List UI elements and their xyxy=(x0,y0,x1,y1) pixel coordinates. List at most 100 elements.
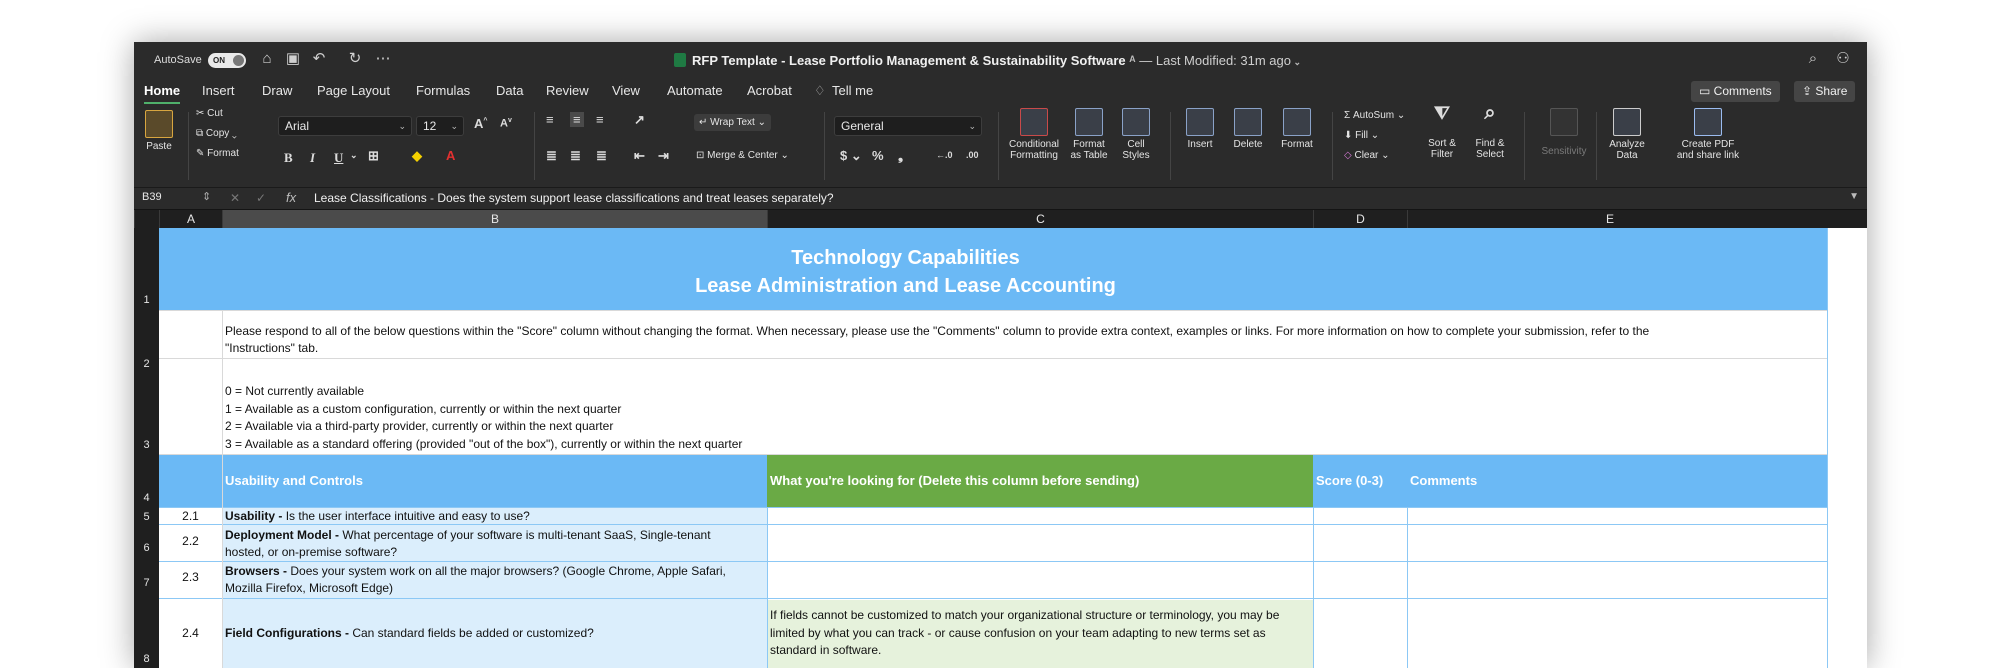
question-cell[interactable]: Field Configurations - Can standard fiel… xyxy=(225,626,765,641)
comments-button[interactable]: ▭ Comments xyxy=(1691,81,1780,102)
font-size-select[interactable]: 12 ⌄ xyxy=(416,116,464,136)
more-icon[interactable]: ⋯ xyxy=(374,50,392,68)
item-number[interactable]: 2.1 xyxy=(159,509,222,523)
tab-review[interactable]: Review xyxy=(546,83,589,98)
column-header-e[interactable]: E xyxy=(1407,210,1812,228)
comments-header-cell[interactable]: Comments xyxy=(1407,455,1827,507)
align-left-icon[interactable]: ≣ xyxy=(546,148,557,164)
align-bottom-icon[interactable]: ≡ xyxy=(596,112,604,127)
home-icon[interactable]: ⌂ xyxy=(258,50,276,68)
font-name-select[interactable]: Arial ⌄ xyxy=(278,116,412,136)
chevron-down-icon[interactable]: ⌄ xyxy=(350,150,358,161)
score-header-cell[interactable]: Score (0-3) xyxy=(1313,455,1407,507)
select-all-corner[interactable] xyxy=(134,210,159,228)
row-header-7[interactable]: 7 xyxy=(134,577,159,589)
align-center-icon[interactable]: ≣ xyxy=(570,148,581,164)
tab-home[interactable]: Home xyxy=(144,83,181,104)
tab-page-layout[interactable]: Page Layout xyxy=(317,83,390,98)
autosave-toggle[interactable]: ON xyxy=(208,53,246,68)
analyze-data-button[interactable]: Analyze Data xyxy=(1604,108,1650,161)
delete-cells-button[interactable]: Delete xyxy=(1228,108,1268,150)
guidance-cell[interactable]: If fields cannot be customized to match … xyxy=(770,607,1310,660)
item-number[interactable]: 2.2 xyxy=(159,534,222,548)
tab-formulas[interactable]: Formulas xyxy=(416,83,470,98)
create-pdf-button[interactable]: Create PDF and share link xyxy=(1668,108,1748,161)
item-number[interactable]: 2.3 xyxy=(159,570,222,584)
scoring-scale-cell[interactable]: 0 = Not currently available 1 = Availabl… xyxy=(225,383,1025,453)
borders-icon[interactable]: ⊞ xyxy=(368,148,379,164)
tab-data[interactable]: Data xyxy=(496,83,523,98)
confirm-icon[interactable]: ✓ xyxy=(256,191,266,205)
row-header-6[interactable]: 6 xyxy=(134,542,159,554)
insert-cells-button[interactable]: Insert xyxy=(1180,108,1220,150)
wrap-text-button[interactable]: ↵ Wrap Text ⌄ xyxy=(694,114,771,131)
format-painter-button[interactable]: ✎ Format xyxy=(196,148,239,159)
sort-filter-button[interactable]: ⧨ Sort & Filter xyxy=(1422,104,1462,160)
increase-decimal-icon[interactable]: ←.0 xyxy=(936,150,953,160)
tab-automate[interactable]: Automate xyxy=(667,83,723,98)
align-right-icon[interactable]: ≣ xyxy=(596,148,607,164)
bold-icon[interactable]: B xyxy=(284,150,293,166)
undo-icon[interactable]: ↶ xyxy=(310,50,328,68)
header-cell-a[interactable] xyxy=(159,455,222,507)
cell-styles-button[interactable]: Cell Styles xyxy=(1116,108,1156,161)
underline-icon[interactable]: U xyxy=(334,150,343,166)
decrease-decimal-icon[interactable]: .00 xyxy=(966,150,979,160)
italic-icon[interactable]: I xyxy=(310,150,315,166)
section-header-cell[interactable]: Usability and Controls xyxy=(222,455,767,507)
cut-button[interactable]: ✂ Cut xyxy=(196,108,223,119)
row-header-5[interactable]: 5 xyxy=(134,511,159,523)
comma-style-icon[interactable]: ❟ xyxy=(898,148,903,164)
font-color-icon[interactable]: A xyxy=(446,148,455,163)
column-header-d[interactable]: D xyxy=(1313,210,1407,228)
item-number[interactable]: 2.4 xyxy=(159,626,222,640)
looking-for-header-cell[interactable]: What you're looking for (Delete this col… xyxy=(767,455,1313,507)
name-box-stepper-icon[interactable]: ⇕ xyxy=(202,190,211,203)
align-top-icon[interactable]: ≡ xyxy=(546,112,554,127)
question-cell[interactable]: Usability - Is the user interface intuit… xyxy=(225,509,765,524)
increase-font-icon[interactable]: A^ xyxy=(474,116,487,131)
tab-draw[interactable]: Draw xyxy=(262,83,292,98)
row-header-1[interactable]: 1 xyxy=(134,294,159,306)
tell-me[interactable]: Tell me xyxy=(832,83,873,98)
last-modified[interactable]: — Last Modified: 31m ago xyxy=(1139,53,1291,68)
question-cell[interactable]: Browsers - Does your system work on all … xyxy=(225,563,765,597)
fill-color-icon[interactable]: ◆ xyxy=(412,148,422,164)
number-format-select[interactable]: General ⌄ xyxy=(834,116,982,136)
column-header-a[interactable]: A xyxy=(159,210,222,228)
tab-acrobat[interactable]: Acrobat xyxy=(747,83,792,98)
copy-button[interactable]: ⧉ Copy ⌄ xyxy=(196,128,237,139)
currency-icon[interactable]: $ ⌄ xyxy=(840,148,862,164)
expand-formula-icon[interactable]: ▼ xyxy=(1849,191,1859,202)
save-icon[interactable]: ▣ xyxy=(284,50,302,68)
tab-insert[interactable]: Insert xyxy=(202,83,235,98)
format-as-table-button[interactable]: Format as Table xyxy=(1066,108,1112,161)
clear-button[interactable]: ◇ Clear ⌄ xyxy=(1344,150,1390,161)
row-header-4[interactable]: 4 xyxy=(134,492,159,504)
decrease-indent-icon[interactable]: ⇤ xyxy=(634,148,645,164)
share-button[interactable]: ⇪ Share xyxy=(1794,81,1856,102)
orientation-icon[interactable]: ↗ xyxy=(634,112,645,128)
collaboration-icon[interactable]: ⚇ xyxy=(1834,50,1852,68)
cancel-icon[interactable]: ✕ xyxy=(230,191,240,205)
tab-view[interactable]: View xyxy=(612,83,640,98)
align-middle-icon[interactable]: ≡ xyxy=(570,112,584,127)
merge-center-button[interactable]: ⊡ Merge & Center ⌄ xyxy=(696,150,789,161)
name-box[interactable]: B39 xyxy=(142,191,162,203)
paste-button[interactable]: Paste xyxy=(142,110,176,152)
insert-function-icon[interactable]: fx xyxy=(286,190,296,205)
search-icon[interactable]: ⌕ xyxy=(1804,50,1822,68)
increase-indent-icon[interactable]: ⇥ xyxy=(658,148,669,164)
instructions-cell[interactable]: Please respond to all of the below quest… xyxy=(225,323,1805,357)
find-select-button[interactable]: ⌕ Find & Select xyxy=(1470,103,1510,160)
formula-input[interactable]: Lease Classifications - Does the system … xyxy=(314,191,834,205)
percent-icon[interactable]: % xyxy=(872,148,884,163)
autosum-button[interactable]: Σ AutoSum ⌄ xyxy=(1344,110,1405,121)
row-header-2[interactable]: 2 xyxy=(134,358,159,370)
sensitivity-button[interactable]: Sensitivity xyxy=(1536,108,1592,157)
question-cell[interactable]: Deployment Model - What percentage of yo… xyxy=(225,527,745,561)
row-header-8[interactable]: 8 xyxy=(134,653,159,665)
format-cells-button[interactable]: Format xyxy=(1276,108,1318,150)
column-header-b[interactable]: B xyxy=(222,210,767,228)
title-banner-cell[interactable]: Technology Capabilities Lease Administra… xyxy=(159,228,1827,310)
